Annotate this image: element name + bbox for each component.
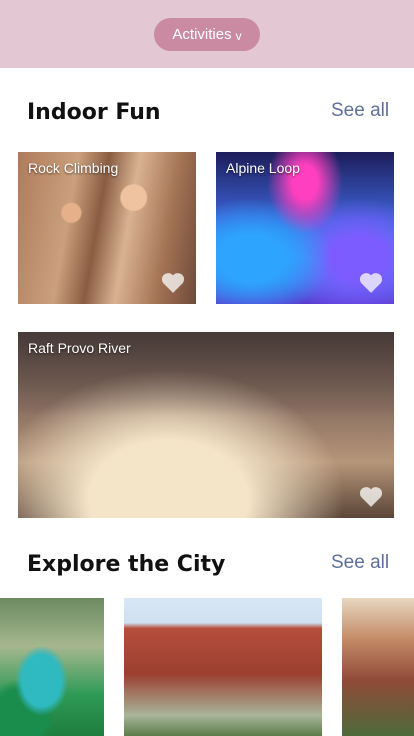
activities-label: Activities [172, 26, 232, 43]
heart-icon[interactable] [160, 270, 186, 294]
chevron-down-icon: v [235, 28, 242, 43]
activity-card-rock-climbing[interactable]: Rock Climbing [18, 152, 196, 304]
see-all-explore-city[interactable]: See all [331, 552, 389, 574]
card-label: Rock Climbing [28, 160, 119, 176]
activities-dropdown-button[interactable]: Activities v [154, 18, 260, 51]
see-all-indoor-fun[interactable]: See all [331, 100, 389, 122]
card-label: Raft Provo River [28, 340, 131, 356]
city-card-courthouse[interactable] [124, 598, 322, 736]
top-bar: Activities v [0, 0, 414, 68]
card-label: Alpine Loop [226, 160, 300, 176]
city-card-waterpark[interactable] [0, 598, 104, 736]
heart-icon[interactable] [358, 484, 384, 508]
section-title-explore-city: Explore the City [27, 552, 226, 577]
activity-card-raft-provo-river[interactable]: Raft Provo River [18, 332, 394, 518]
heart-icon[interactable] [358, 270, 384, 294]
city-card-main-street[interactable] [342, 598, 414, 736]
activity-card-alpine-loop[interactable]: Alpine Loop [216, 152, 394, 304]
section-title-indoor-fun: Indoor Fun [27, 100, 161, 125]
